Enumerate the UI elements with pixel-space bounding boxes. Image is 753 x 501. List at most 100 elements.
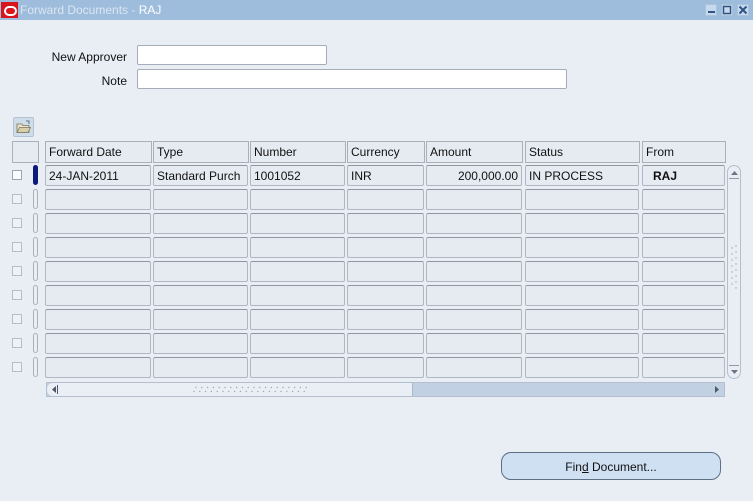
horizontal-scrollbar[interactable] — [46, 382, 725, 397]
cell-from[interactable]: RAJ — [642, 165, 725, 186]
cell-forward-date[interactable] — [45, 213, 151, 234]
cell-amount[interactable] — [426, 237, 522, 258]
row-checkbox[interactable] — [12, 266, 22, 276]
cell-number[interactable] — [250, 285, 345, 306]
cell-forward-date[interactable]: 24-JAN-2011 — [45, 165, 151, 186]
cell-from[interactable] — [642, 357, 725, 378]
horizontal-scroll-thumb[interactable] — [61, 383, 413, 396]
cell-amount[interactable] — [426, 285, 522, 306]
cell-type[interactable] — [153, 237, 248, 258]
cell-status[interactable] — [525, 333, 639, 354]
cell-type[interactable] — [153, 213, 248, 234]
cell-currency[interactable] — [347, 261, 424, 282]
cell-forward-date[interactable] — [45, 309, 151, 330]
row-selector[interactable] — [33, 213, 38, 233]
cell-number[interactable] — [250, 213, 345, 234]
cell-status[interactable] — [525, 213, 639, 234]
row-selector[interactable] — [33, 189, 38, 209]
cell-currency[interactable] — [347, 237, 424, 258]
column-header-number[interactable]: Number — [250, 141, 346, 163]
minimize-button[interactable] — [705, 4, 717, 16]
oracle-logo-icon[interactable] — [1, 2, 18, 18]
cell-status[interactable] — [525, 261, 639, 282]
find-document-button[interactable]: Find Document... — [501, 452, 721, 480]
cell-status[interactable] — [525, 189, 639, 210]
cell-number[interactable] — [250, 333, 345, 354]
cell-from[interactable] — [642, 285, 725, 306]
row-selector[interactable] — [33, 261, 38, 281]
cell-type[interactable] — [153, 357, 248, 378]
row-selector[interactable] — [33, 357, 38, 377]
cell-number[interactable] — [250, 261, 345, 282]
new-approver-input[interactable] — [137, 45, 327, 65]
cell-from[interactable] — [642, 309, 725, 330]
cell-amount[interactable] — [426, 213, 522, 234]
cell-forward-date[interactable] — [45, 261, 151, 282]
cell-status[interactable] — [525, 357, 639, 378]
note-input[interactable] — [137, 69, 567, 89]
row-checkbox[interactable] — [12, 170, 22, 180]
cell-currency[interactable]: INR — [347, 165, 424, 186]
cell-currency[interactable] — [347, 357, 424, 378]
row-checkbox[interactable] — [12, 338, 22, 348]
cell-from[interactable] — [642, 333, 725, 354]
row-selector[interactable] — [33, 309, 38, 329]
cell-status[interactable] — [525, 309, 639, 330]
row-checkbox[interactable] — [12, 290, 22, 300]
column-header-type[interactable]: Type — [153, 141, 249, 163]
row-checkbox[interactable] — [12, 314, 22, 324]
scroll-down-icon[interactable] — [730, 368, 739, 376]
scroll-grip-icon[interactable] — [730, 244, 739, 292]
cell-status[interactable] — [525, 237, 639, 258]
cell-amount[interactable] — [426, 189, 522, 210]
row-selector[interactable] — [33, 237, 38, 257]
cell-amount[interactable] — [426, 261, 522, 282]
column-header-currency[interactable]: Currency — [347, 141, 425, 163]
cell-currency[interactable] — [347, 213, 424, 234]
cell-status[interactable]: IN PROCESS — [525, 165, 639, 186]
cell-number[interactable] — [250, 237, 345, 258]
cell-from[interactable] — [642, 213, 725, 234]
cell-number[interactable] — [250, 357, 345, 378]
cell-type[interactable] — [153, 309, 248, 330]
cell-from[interactable] — [642, 261, 725, 282]
column-header-forward-date[interactable]: Forward Date — [45, 141, 152, 163]
row-checkbox[interactable] — [12, 194, 22, 204]
scroll-right-icon[interactable] — [713, 385, 721, 394]
row-checkbox[interactable] — [12, 362, 22, 372]
cell-type[interactable]: Standard Purch — [153, 165, 248, 186]
cell-type[interactable] — [153, 189, 248, 210]
cell-currency[interactable] — [347, 189, 424, 210]
cell-currency[interactable] — [347, 333, 424, 354]
cell-from[interactable] — [642, 237, 725, 258]
cell-from[interactable] — [642, 189, 725, 210]
row-checkbox[interactable] — [12, 242, 22, 252]
cell-number[interactable] — [250, 189, 345, 210]
cell-amount[interactable] — [426, 333, 522, 354]
row-selector[interactable] — [33, 333, 38, 353]
cell-currency[interactable] — [347, 285, 424, 306]
cell-forward-date[interactable] — [45, 189, 151, 210]
close-button[interactable] — [737, 4, 749, 16]
cell-amount[interactable] — [426, 357, 522, 378]
cell-forward-date[interactable] — [45, 285, 151, 306]
cell-amount[interactable] — [426, 309, 522, 330]
cell-forward-date[interactable] — [45, 237, 151, 258]
vertical-scrollbar[interactable] — [727, 165, 741, 379]
column-header-amount[interactable]: Amount — [426, 141, 523, 163]
row-selector[interactable] — [33, 165, 38, 185]
row-checkbox[interactable] — [12, 218, 22, 228]
maximize-button[interactable] — [721, 4, 733, 16]
cell-status[interactable] — [525, 285, 639, 306]
cell-number[interactable]: 1001052 — [250, 165, 345, 186]
cell-forward-date[interactable] — [45, 333, 151, 354]
column-header-status[interactable]: Status — [525, 141, 640, 163]
cell-forward-date[interactable] — [45, 357, 151, 378]
cell-number[interactable] — [250, 309, 345, 330]
open-folder-button[interactable] — [13, 117, 34, 137]
column-header-from[interactable]: From — [642, 141, 726, 163]
row-selector[interactable] — [33, 285, 38, 305]
scroll-left-icon[interactable] — [50, 385, 58, 394]
cell-type[interactable] — [153, 333, 248, 354]
scroll-up-icon[interactable] — [730, 169, 739, 177]
